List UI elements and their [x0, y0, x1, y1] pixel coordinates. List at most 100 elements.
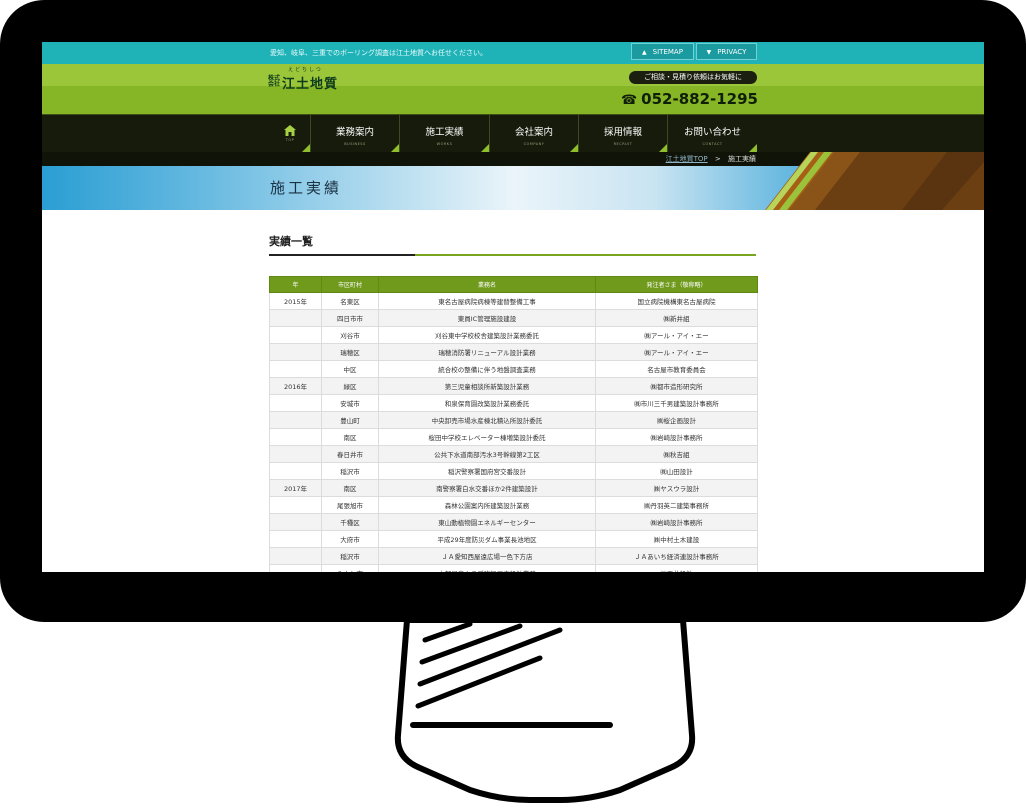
- table-cell: 東員IC管理施設建設: [378, 309, 596, 327]
- table-row: 2017年 南区 南警察署白水交番ほか2件建築設計 ㈱ヤスウラ設計: [269, 479, 758, 497]
- table-cell: 南警察署白水交番ほか2件建築設計: [378, 479, 596, 497]
- table-cell: [269, 564, 322, 572]
- table-cell: ㈱玉井設計: [595, 564, 758, 572]
- table-cell: 尾張旭市: [321, 496, 379, 514]
- table-cell: 刈谷市: [321, 326, 379, 344]
- works-table: 年 市区町村 業務名 発注者さま（敬称略） 2015年 名東区 東名古屋病院病棟等建…: [269, 276, 758, 572]
- table-row: 安城市 和泉保育園改築設計業務委託 ㈱市川三千男建築設計事務所: [269, 394, 758, 412]
- site-logo[interactable]: えどちしつ 株式会社 江土地質: [268, 67, 348, 92]
- table-cell: 2016年: [269, 377, 322, 395]
- top-strip: 愛知、岐阜、三重でのボーリング調査は江土地質へお任せください。 ▲ SITEMAP…: [42, 42, 984, 64]
- table-header-row: 年 市区町村 業務名 発注者さま（敬称略）: [269, 276, 758, 293]
- table-cell: 南区: [321, 428, 379, 446]
- table-cell: 東名古屋病院病棟等建替整備工事: [378, 292, 596, 310]
- tagline: 愛知、岐阜、三重でのボーリング調査は江土地質へお任せください。: [270, 49, 487, 57]
- table-cell: 瑞穂消防署リニューアル設計業務: [378, 343, 596, 361]
- nav-recruit[interactable]: 採用情報 RECRUIT: [578, 115, 667, 153]
- table-cell: 名東区: [321, 292, 379, 310]
- table-row: 千種区 東山動植物園エネルギーセンター ㈱岩崎設計事務所: [269, 513, 758, 531]
- table-cell: 瑞穂区: [321, 343, 379, 361]
- browser-screen: 愛知、岐阜、三重でのボーリング調査は江土地質へお任せください。 ▲ SITEMAP…: [42, 42, 984, 572]
- table-cell: 公共下水道南部汚水3号幹線第2工区: [378, 445, 596, 463]
- home-icon: [284, 125, 296, 136]
- section-rule: [269, 254, 415, 256]
- table-cell: 千種区: [321, 513, 379, 531]
- nav-home[interactable]: TOP: [270, 115, 310, 153]
- nav-company[interactable]: 会社案内 COMPANY: [489, 115, 578, 153]
- table-cell: 和泉保育園改築設計業務委託: [378, 394, 596, 412]
- table-cell: 中央卸売市場水産棟北積込所設計委託: [378, 411, 596, 429]
- table-cell: 稲沢警察署国府宮交番設計: [378, 462, 596, 480]
- nav-business[interactable]: 業務案内 BUSINESS: [310, 115, 399, 153]
- phone-icon: ☎: [620, 93, 638, 108]
- logo-ruby: えどちしつ: [288, 67, 323, 73]
- table-cell: 森林公園案内所建築設計業務: [378, 496, 596, 514]
- table-cell: ㈱桜企画設計: [595, 411, 758, 429]
- table-cell: ＪＡ愛知西屋遠広場一色下方店: [378, 547, 596, 565]
- banner-stripes: [765, 152, 984, 210]
- table-cell: ㈱市川三千男建築設計事務所: [595, 394, 758, 412]
- table-cell: 稲沢市: [321, 462, 379, 480]
- table-cell: 四日市市: [321, 309, 379, 327]
- table-cell: ＪＡあいち経済連設計事務所: [595, 547, 758, 565]
- table-cell: みよし市: [321, 564, 379, 572]
- table-cell: [269, 445, 322, 463]
- table-row: 中区 統合校の整備に伴う地盤調査業務 名古屋市教育委員会: [269, 360, 758, 378]
- table-cell: [269, 530, 322, 548]
- table-cell: 安城市: [321, 394, 379, 412]
- column-header: 発注者さま（敬称略）: [595, 276, 758, 293]
- table-cell: 中区: [321, 360, 379, 378]
- column-header: 市区町村: [321, 276, 379, 293]
- phone-number: ☎ 052-882-1295: [612, 90, 758, 110]
- table-cell: [269, 496, 322, 514]
- table-cell: [269, 360, 322, 378]
- nav-label-en: BUSINESS: [344, 142, 366, 146]
- table-cell: [269, 394, 322, 412]
- sitemap-link[interactable]: ▲ SITEMAP: [631, 43, 694, 60]
- privacy-link[interactable]: ▼ PRIVACY: [696, 43, 757, 60]
- nav-label-en: CONTACT: [702, 142, 723, 146]
- table-row: 稲沢市 ＪＡ愛知西屋遠広場一色下方店 ＪＡあいち経済連設計事務所: [269, 547, 758, 565]
- logo-company-type: 株式会社: [268, 75, 281, 88]
- table-cell: 春日井市: [321, 445, 379, 463]
- table-cell: 緑区: [321, 377, 379, 395]
- table-cell: [269, 309, 322, 327]
- table-cell: 平成29年度防災ダム事業長池地区: [378, 530, 596, 548]
- nav-label: 会社案内: [514, 127, 553, 138]
- table-cell: 南区: [321, 479, 379, 497]
- nav-home-en: TOP: [285, 138, 295, 142]
- table-cell: [269, 513, 322, 531]
- column-header: 年: [269, 276, 322, 293]
- privacy-label: PRIVACY: [717, 48, 747, 56]
- table-row: 刈谷市 刈谷東中学校校舎建築設計業務委託 ㈱アール・アイ・エー: [269, 326, 758, 344]
- site-header: [42, 64, 984, 114]
- phone-text: 052-882-1295: [641, 90, 758, 108]
- table-cell: [269, 428, 322, 446]
- column-header: 業務名: [378, 276, 596, 293]
- nav-label-en: WORKS: [436, 142, 453, 146]
- table-row: 春日井市 公共下水道南部汚水3号幹線第2工区 ㈱秋吉組: [269, 445, 758, 463]
- nav-label: 施工実績: [425, 127, 464, 138]
- section-title: 実績一覧: [269, 235, 313, 248]
- table-cell: ㈱山田設計: [595, 462, 758, 480]
- table-cell: ㈱岩崎設計事務所: [595, 513, 758, 531]
- privacy-icon: ▼: [706, 49, 712, 56]
- table-cell: ㈱アール・アイ・エー: [595, 326, 758, 344]
- table-cell: 刈谷東中学校校舎建築設計業務委託: [378, 326, 596, 344]
- table-cell: 東山動植物園エネルギーセンター: [378, 513, 596, 531]
- table-cell: [269, 343, 322, 361]
- table-cell: ㈱新井組: [595, 309, 758, 327]
- nav-label: 採用情報: [603, 127, 642, 138]
- table-cell: ㈱岩崎設計事務所: [595, 428, 758, 446]
- table-row: 瑞穂区 瑞穂消防署リニューアル設計業務 ㈱アール・アイ・エー: [269, 343, 758, 361]
- table-cell: 第三児童相談所新築設計業務: [378, 377, 596, 395]
- table-cell: [269, 326, 322, 344]
- table-cell: 桜田中学校エレベーター棟増築設計委託: [378, 428, 596, 446]
- table-cell: [269, 547, 322, 565]
- nav-works[interactable]: 施工実績 WORKS: [399, 115, 489, 153]
- section-rule-accent: [415, 254, 756, 256]
- table-cell: 2015年: [269, 292, 322, 310]
- consult-badge: ご相談・見積り依頼はお気軽に: [629, 71, 757, 84]
- nav-contact[interactable]: お問い合わせ CONTACT: [667, 115, 757, 153]
- table-row: 四日市市 東員IC管理施設建設 ㈱新井組: [269, 309, 758, 327]
